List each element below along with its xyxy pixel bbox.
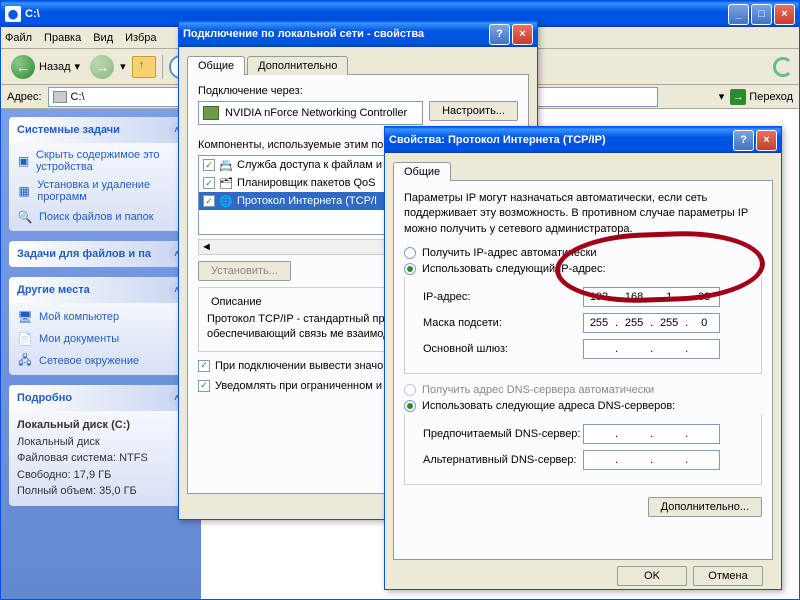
chevron-down-icon: ▾ (120, 60, 126, 73)
tab-general[interactable]: Общие (187, 56, 245, 75)
panel-header[interactable]: Другие места ˄ (9, 277, 193, 303)
adapter-box: NVIDIA nForce Networking Controller (198, 101, 423, 125)
radio-icon (404, 400, 416, 412)
box-icon: ▦ (17, 183, 31, 199)
intro-text: Параметры IP могут назначаться автоматич… (404, 191, 762, 237)
folder-up-button[interactable] (132, 56, 156, 78)
other-places-panel: Другие места ˄ 🖥Мой компьютер 📄Мои докум… (9, 277, 193, 375)
connect-via-label: Подключение через: (198, 85, 518, 97)
details-type: Локальный диск (17, 434, 185, 451)
maximize-button[interactable]: □ (751, 4, 772, 25)
menu-file[interactable]: Файл (5, 32, 32, 44)
go-button[interactable]: → Переход (730, 89, 793, 105)
checkbox-icon[interactable]: ✓ (203, 195, 215, 207)
protocol-icon: 🌐 (219, 194, 233, 208)
go-arrow-icon: → (730, 89, 746, 105)
close-button[interactable]: × (756, 130, 777, 151)
checkbox-icon: ✓ (198, 380, 210, 392)
radio-ip-manual[interactable]: Использовать следующий IP-адрес: (404, 263, 762, 275)
radio-ip-auto[interactable]: Получить IP-адрес автоматически (404, 247, 762, 259)
sidebar-item-my-computer[interactable]: 🖥Мой компьютер (17, 309, 185, 325)
details-panel: Подробно ˄ Локальный диск (C:) Локальный… (9, 385, 193, 506)
folder-icon: ▣ (17, 153, 30, 169)
configure-button[interactable]: Настроить... (429, 101, 518, 121)
panel-header[interactable]: Задачи для файлов и па ˄ (9, 241, 193, 267)
subnet-mask-label: Маска подсети: (423, 317, 583, 329)
drive-icon (53, 91, 67, 103)
sidebar: Системные задачи ˄ ▣Скрыть содержимое эт… (1, 109, 201, 599)
checkbox-icon[interactable]: ✓ (203, 177, 215, 189)
back-button[interactable]: ← Назад ▾ (7, 53, 84, 81)
checkbox-icon[interactable]: ✓ (203, 159, 215, 171)
checkbox-icon: ✓ (198, 360, 210, 372)
back-arrow-icon: ← (11, 55, 35, 79)
service-icon: 🗂 (219, 176, 233, 190)
tab-advanced[interactable]: Дополнительно (247, 56, 348, 75)
documents-icon: 📄 (17, 331, 33, 347)
gateway-label: Основной шлюз: (423, 343, 583, 355)
drive-icon: ⬤ (5, 6, 21, 22)
scroll-left-icon[interactable]: ◄ (201, 241, 212, 253)
sidebar-item-search-files[interactable]: 🔍Поиск файлов и папок (17, 209, 185, 225)
forward-button[interactable]: → (90, 55, 114, 79)
ok-button[interactable]: OK (617, 566, 687, 586)
preferred-dns-label: Предпочитаемый DNS-сервер: (423, 428, 583, 440)
file-tasks-panel: Задачи для файлов и па ˄ (9, 241, 193, 267)
subnet-mask-input[interactable]: . . . (583, 313, 720, 333)
address-dropdown-icon[interactable]: ▾ (719, 90, 725, 103)
sidebar-item-network[interactable]: 🖧Сетевое окружение (17, 353, 185, 369)
close-button[interactable]: × (512, 24, 533, 45)
explorer-title: C:\ (25, 8, 728, 20)
chevron-down-icon: ▾ (75, 60, 81, 73)
ip-address-input[interactable]: . . . (583, 287, 720, 307)
advanced-button[interactable]: Дополнительно... (648, 497, 762, 517)
adapter-icon (203, 106, 219, 120)
minimize-button[interactable]: _ (728, 4, 749, 25)
preferred-dns-input[interactable]: . . . (583, 424, 720, 444)
radio-dns-manual[interactable]: Использовать следующие адреса DNS-сервер… (404, 400, 762, 412)
gateway-input[interactable]: . . . (583, 339, 720, 359)
alternate-dns-input[interactable]: . . . (583, 450, 720, 470)
tcpip-properties-dialog: Свойства: Протокол Интернета (TCP/IP) ? … (384, 126, 782, 590)
separator (162, 55, 163, 79)
install-button[interactable]: Установить... (198, 261, 291, 281)
help-button[interactable]: ? (489, 24, 510, 45)
search-icon: 🔍 (17, 209, 33, 225)
details-total: Полный объем: 35,0 ГБ (17, 483, 185, 500)
alternate-dns-label: Альтернативный DNS-сервер: (423, 454, 583, 466)
details-free: Свободно: 17,9 ГБ (17, 467, 185, 484)
radio-dns-auto: Получить адрес DNS-сервера автоматически (404, 384, 762, 396)
menu-edit[interactable]: Правка (44, 32, 81, 44)
address-label: Адрес: (7, 91, 42, 103)
ip-address-label: IP-адрес: (423, 291, 583, 303)
cancel-button[interactable]: Отмена (693, 566, 763, 586)
radio-icon (404, 384, 416, 396)
sidebar-item-add-remove[interactable]: ▦Установка и удаление программ (17, 179, 185, 203)
details-filesystem: Файловая система: NTFS (17, 450, 185, 467)
computer-icon: 🖥 (17, 309, 33, 325)
help-button[interactable]: ? (733, 130, 754, 151)
tcpip-titlebar[interactable]: Свойства: Протокол Интернета (TCP/IP) ? … (385, 127, 781, 153)
radio-icon (404, 247, 416, 259)
sidebar-item-my-documents[interactable]: 📄Мои документы (17, 331, 185, 347)
close-button[interactable]: × (774, 4, 795, 25)
service-icon: 📇 (219, 158, 233, 172)
lan-titlebar[interactable]: Подключение по локальной сети - свойства… (179, 21, 537, 47)
details-name: Локальный диск (C:) (17, 417, 185, 434)
menu-view[interactable]: Вид (93, 32, 113, 44)
sidebar-item-hide-contents[interactable]: ▣Скрыть содержимое это устройства (17, 149, 185, 173)
throbber-icon (773, 57, 793, 77)
tab-general[interactable]: Общие (393, 162, 451, 181)
menu-favorites[interactable]: Избра (125, 32, 156, 44)
panel-header[interactable]: Системные задачи ˄ (9, 117, 193, 143)
network-icon: 🖧 (17, 353, 33, 369)
panel-header[interactable]: Подробно ˄ (9, 385, 193, 411)
radio-icon (404, 263, 416, 275)
system-tasks-panel: Системные задачи ˄ ▣Скрыть содержимое эт… (9, 117, 193, 231)
